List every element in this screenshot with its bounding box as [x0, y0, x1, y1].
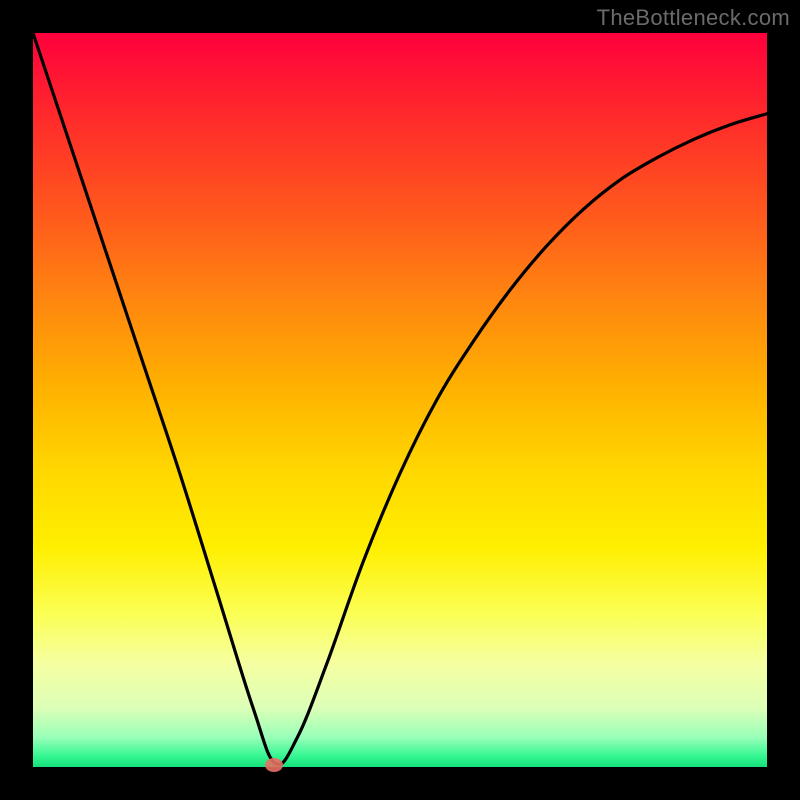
min-marker — [265, 758, 283, 772]
bottleneck-curve-path — [33, 33, 767, 765]
chart-frame: TheBottleneck.com — [0, 0, 800, 800]
chart-svg — [33, 33, 767, 767]
watermark-text: TheBottleneck.com — [597, 5, 790, 31]
